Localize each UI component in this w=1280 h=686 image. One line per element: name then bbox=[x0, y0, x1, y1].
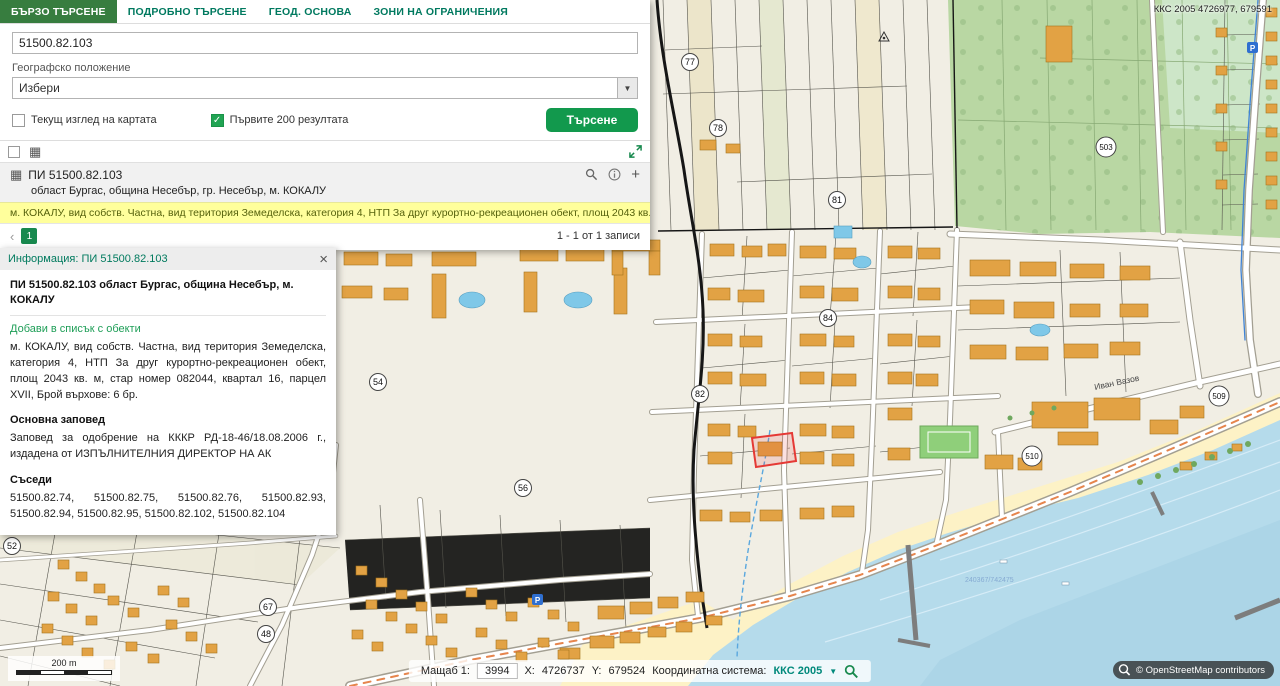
results-toolbar: ▦ bbox=[0, 140, 650, 162]
parking-icon: P bbox=[1250, 44, 1256, 53]
neighbors-text: 51500.82.74, 51500.82.75, 51500.82.76, 5… bbox=[10, 491, 326, 523]
parcel-details: м. КОКАЛУ, вид собств. Частна, вид терит… bbox=[10, 340, 326, 404]
tab-restriction-zones[interactable]: ЗОНИ НА ОГРАНИЧЕНИЯ bbox=[363, 0, 520, 23]
info-icon[interactable] bbox=[608, 168, 621, 181]
grid-icon: ▦ bbox=[29, 145, 41, 158]
svg-text:509: 509 bbox=[1212, 392, 1226, 401]
pagination-info: 1 - 1 от 1 записи bbox=[557, 230, 640, 242]
first-200-checkbox[interactable]: ✓ bbox=[211, 114, 224, 127]
y-value: 679524 bbox=[608, 665, 645, 677]
search-tab-bar: БЪРЗО ТЪРСЕНЕ ПОДРОБНО ТЪРСЕНЕ ГЕОД. ОСН… bbox=[0, 0, 650, 24]
scale-bar-label: 200 m bbox=[16, 658, 112, 668]
order-heading: Основна заповед bbox=[10, 414, 326, 426]
svg-text:503: 503 bbox=[1099, 143, 1113, 152]
zoom-to-result-icon[interactable] bbox=[585, 168, 598, 181]
add-to-list-icon[interactable]: + bbox=[631, 167, 640, 182]
search-body: Географско положение Избери ▼ Текущ изгл… bbox=[0, 24, 650, 140]
y-label: Y: bbox=[592, 665, 602, 677]
map-view-checkbox[interactable] bbox=[12, 114, 25, 127]
close-icon[interactable]: × bbox=[319, 252, 328, 267]
scale-bar bbox=[16, 670, 112, 675]
expand-results-icon[interactable] bbox=[629, 145, 642, 158]
parking-icon: P bbox=[535, 596, 541, 605]
tab-geodetic-basis[interactable]: ГЕОД. ОСНОВА bbox=[258, 0, 363, 23]
result-subtitle: област Бургас, община Несебър, гр. Несеб… bbox=[31, 185, 640, 197]
info-panel-title: Информация: ПИ 51500.82.103 bbox=[8, 253, 168, 265]
svg-text:81: 81 bbox=[832, 195, 842, 205]
scale-label: Мащаб 1: bbox=[421, 665, 470, 677]
map-stadium bbox=[920, 426, 978, 458]
svg-text:56: 56 bbox=[518, 483, 528, 493]
select-all-checkbox[interactable] bbox=[8, 146, 20, 158]
tab-quick-search[interactable]: БЪРЗО ТЪРСЕНЕ bbox=[0, 0, 117, 23]
svg-text:52: 52 bbox=[7, 541, 17, 551]
search-input[interactable] bbox=[12, 32, 638, 54]
chevron-down-icon[interactable]: ▼ bbox=[829, 667, 837, 676]
app-root: 240367/742475 bbox=[0, 0, 1280, 686]
x-label: X: bbox=[524, 665, 534, 677]
search-panel: БЪРЗО ТЪРСЕНЕ ПОДРОБНО ТЪРСЕНЕ ГЕОД. ОСН… bbox=[0, 0, 650, 250]
openstreetmap-logo-icon bbox=[1117, 663, 1131, 677]
geo-select-value: Избери bbox=[13, 81, 617, 95]
status-bar: Мащаб 1: 3994 X: 4726737 Y: 679524 Коорд… bbox=[409, 660, 871, 682]
scale-value[interactable]: 3994 bbox=[477, 663, 517, 679]
svg-text:82: 82 bbox=[695, 389, 705, 399]
search-controls-row: Текущ изглед на картата ✓ Първите 200 ре… bbox=[12, 108, 638, 132]
svg-text:67: 67 bbox=[263, 602, 273, 612]
selected-parcel-highlight[interactable] bbox=[752, 433, 796, 467]
parcel-grid-icon: ▦ bbox=[10, 168, 22, 181]
order-text: Заповед за одобрение на КККР РД-18-46/18… bbox=[10, 431, 326, 463]
tab-detailed-search[interactable]: ПОДРОБНО ТЪРСЕНЕ bbox=[117, 0, 258, 23]
info-panel: Информация: ПИ 51500.82.103 × ПИ 51500.8… bbox=[0, 248, 336, 535]
coordinate-search-icon[interactable] bbox=[844, 664, 859, 679]
previous-page-icon[interactable]: ‹ bbox=[10, 230, 14, 243]
geo-location-select[interactable]: Избери ▼ bbox=[12, 77, 638, 99]
osm-attribution[interactable]: © OpenStreetMap contributors bbox=[1113, 661, 1274, 679]
svg-text:48: 48 bbox=[261, 629, 271, 639]
svg-text:78: 78 bbox=[713, 123, 723, 133]
add-to-object-list-link[interactable]: Добави в списък с обекти bbox=[10, 323, 326, 335]
map-view-checkbox-label: Текущ изглед на картата bbox=[31, 114, 157, 126]
result-details-row[interactable]: м. КОКАЛУ, вид собств. Частна, вид терит… bbox=[0, 202, 650, 223]
attribution-text: © OpenStreetMap contributors bbox=[1136, 665, 1265, 676]
sea-grid-label: 240367/742475 bbox=[965, 577, 1014, 584]
geo-location-label: Географско положение bbox=[12, 62, 638, 74]
crs-select[interactable]: ККС 2005 bbox=[773, 665, 822, 677]
page-number-button[interactable]: 1 bbox=[21, 228, 37, 244]
first-200-checkbox-label: Първите 200 резултата bbox=[230, 114, 349, 126]
scale-bar-widget: 200 m bbox=[8, 656, 120, 681]
chevron-down-icon[interactable]: ▼ bbox=[617, 78, 637, 98]
crs-label: Координатна система: bbox=[652, 665, 766, 677]
neighbors-heading: Съседи bbox=[10, 474, 326, 486]
result-title: ПИ 51500.82.103 bbox=[28, 168, 122, 182]
search-button[interactable]: Търсене bbox=[546, 108, 638, 132]
x-value: 4726737 bbox=[542, 665, 585, 677]
result-item[interactable]: ▦ ПИ 51500.82.103 + област Бургас, общин… bbox=[0, 162, 650, 202]
svg-text:84: 84 bbox=[823, 313, 833, 323]
parcel-title: ПИ 51500.82.103 област Бургас, община Не… bbox=[10, 278, 326, 316]
svg-text:54: 54 bbox=[373, 377, 383, 387]
pagination: ‹ 1 1 - 1 от 1 записи bbox=[0, 223, 650, 250]
svg-text:77: 77 bbox=[685, 57, 695, 67]
map-coordinate-readout: ККС 2005 4726977, 679591 bbox=[1154, 4, 1272, 15]
svg-text:510: 510 bbox=[1025, 452, 1039, 461]
